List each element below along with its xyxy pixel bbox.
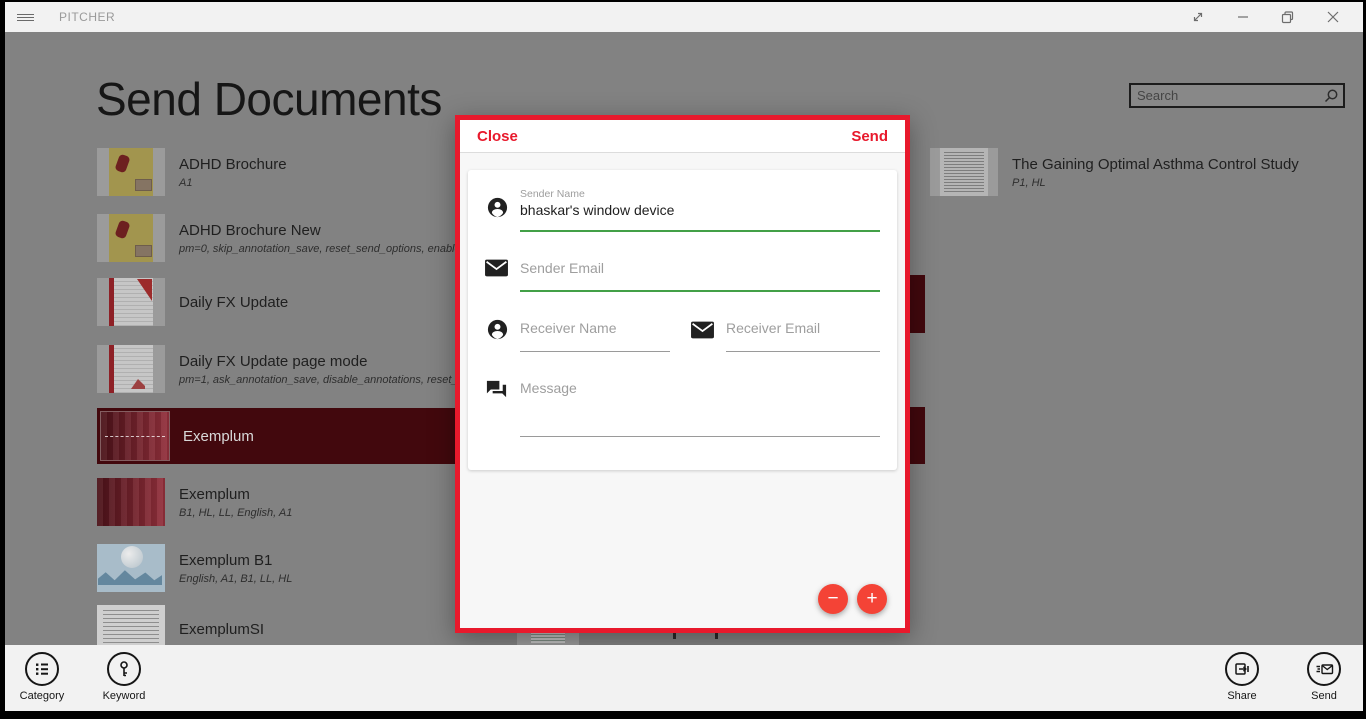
list-item-exemplum[interactable]: Exemplum B1, HL, LL, English, A1 [97, 478, 292, 526]
send-dialog-header: Close Send [460, 120, 905, 153]
app-title: PITCHER [59, 10, 115, 24]
sender-name-label: Sender Name [520, 188, 585, 200]
person-icon [486, 196, 509, 219]
fullscreen-button[interactable] [1175, 2, 1220, 32]
category-button[interactable]: Category [7, 652, 77, 702]
document-title: Exemplum [183, 428, 254, 445]
dialog-close-button[interactable]: Close [477, 128, 518, 145]
page-title: Send Documents [96, 72, 442, 126]
send-form-card: Sender Name [468, 170, 897, 470]
sender-name-input[interactable] [520, 202, 880, 218]
partially-hidden-text [715, 632, 718, 639]
receiver-name-input[interactable] [520, 320, 666, 336]
close-button[interactable] [1310, 2, 1355, 32]
document-thumbnail [101, 412, 169, 460]
category-icon [33, 660, 51, 678]
list-item-daily-fx-update[interactable]: Daily FX Update [97, 278, 288, 326]
document-title: The Gaining Optimal Asthma Control Study [1012, 156, 1299, 173]
search-icon[interactable] [1319, 85, 1343, 106]
send-dialog: Close Send Sender Name [455, 115, 910, 633]
add-recipient-button[interactable]: + [857, 584, 887, 614]
document-thumbnail [97, 345, 165, 393]
share-label: Share [1207, 690, 1277, 702]
document-thumbnail [97, 544, 165, 592]
hidden-selected-row-sliver [910, 407, 925, 464]
document-title: Exemplum [179, 486, 292, 503]
category-label: Category [7, 690, 77, 702]
restore-button[interactable] [1265, 2, 1310, 32]
list-item-asthma-control-study[interactable]: The Gaining Optimal Asthma Control Study… [930, 148, 1299, 196]
document-title: ExemplumSI [179, 621, 264, 638]
expand-icon [1191, 10, 1205, 24]
message-icon [485, 378, 508, 401]
window-controls [1175, 2, 1355, 32]
list-item-exemplum-selected[interactable]: Exemplum [97, 408, 477, 464]
document-thumbnail [97, 478, 165, 526]
sender-email-underline [520, 290, 880, 292]
keyword-icon [115, 660, 133, 678]
receiver-name-underline [520, 351, 670, 352]
share-button[interactable]: Share [1207, 652, 1277, 702]
bottom-app-bar: Category Keyword [5, 645, 1363, 711]
document-thumbnail [97, 214, 165, 262]
search-input[interactable] [1131, 88, 1319, 103]
list-item-exemplum-b1[interactable]: Exemplum B1 English, A1, B1, LL, HL [97, 544, 292, 592]
sender-name-underline [520, 230, 880, 232]
document-title: Exemplum B1 [179, 552, 292, 569]
hamburger-menu-icon[interactable] [5, 2, 45, 32]
minimize-button[interactable] [1220, 2, 1265, 32]
app-window: PITCHER Send Documents ADHD Brochure A1 [5, 2, 1363, 711]
person-icon [486, 318, 509, 341]
keyword-button[interactable]: Keyword [89, 652, 159, 702]
document-subtitle: English, A1, B1, LL, HL [179, 573, 292, 585]
close-icon [1327, 11, 1339, 23]
list-item-adhd-brochure[interactable]: ADHD Brochure A1 [97, 148, 287, 196]
send-icon [1315, 660, 1334, 678]
partially-hidden-thumbnail [517, 631, 579, 645]
document-subtitle: A1 [179, 177, 287, 189]
dialog-send-button[interactable]: Send [851, 128, 888, 145]
document-thumbnail [97, 278, 165, 326]
document-title: Daily FX Update [179, 294, 288, 311]
document-title: ADHD Brochure [179, 156, 287, 173]
remove-recipient-button[interactable]: − [818, 584, 848, 614]
send-label: Send [1289, 690, 1359, 702]
document-subtitle: B1, HL, LL, English, A1 [179, 507, 292, 519]
email-icon [690, 320, 715, 340]
minimize-icon [1237, 11, 1249, 23]
document-thumbnail [930, 148, 998, 196]
message-underline [520, 436, 880, 437]
hidden-selected-row-sliver [910, 275, 925, 333]
partially-hidden-text [673, 632, 676, 639]
keyword-label: Keyword [89, 690, 159, 702]
receiver-email-underline [726, 351, 880, 352]
document-subtitle: P1, HL [1012, 177, 1299, 189]
sender-email-input[interactable] [520, 260, 880, 276]
document-thumbnail [97, 148, 165, 196]
search-box [1129, 83, 1345, 108]
message-input[interactable] [520, 380, 880, 396]
share-icon [1233, 660, 1251, 678]
title-bar: PITCHER [5, 2, 1363, 32]
email-icon [484, 258, 509, 278]
restore-icon [1281, 11, 1294, 24]
receiver-email-input[interactable] [726, 320, 878, 336]
send-button[interactable]: Send [1289, 652, 1359, 702]
